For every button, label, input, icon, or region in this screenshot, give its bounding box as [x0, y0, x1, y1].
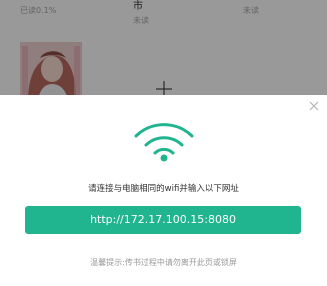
modal-overlay[interactable] [0, 0, 327, 95]
server-url-button[interactable]: http://172.17.100.15:8080 [25, 206, 301, 234]
wifi-icon [134, 120, 194, 164]
close-icon [309, 101, 319, 111]
wifi-instruction-text: 请连接与电脑相同的wifi并输入以下网址 [88, 184, 239, 194]
transfer-tip-text: 温馨提示:传书过程中请勿离开此页或锁屏 [90, 258, 237, 267]
close-button[interactable] [306, 98, 322, 114]
